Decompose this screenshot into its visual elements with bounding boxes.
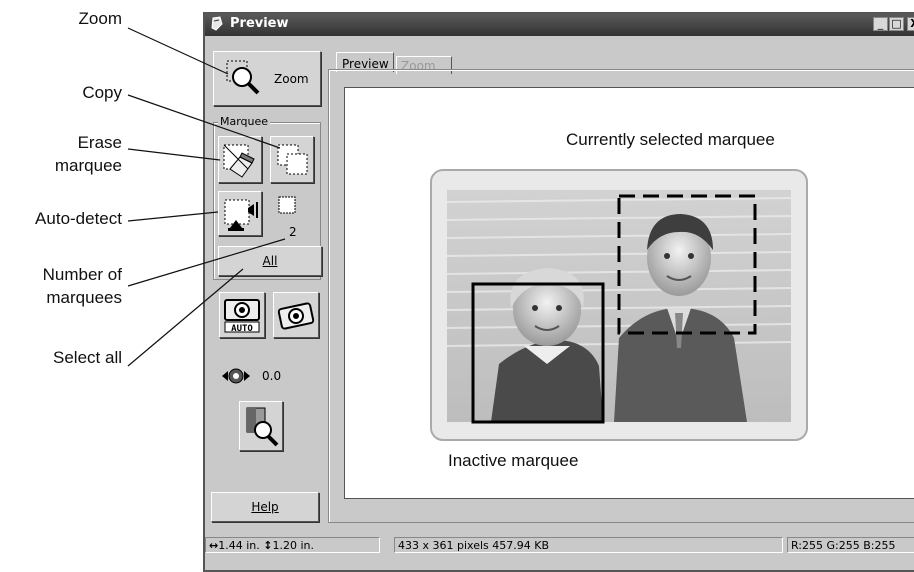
callout-leader-lines [127, 27, 286, 367]
